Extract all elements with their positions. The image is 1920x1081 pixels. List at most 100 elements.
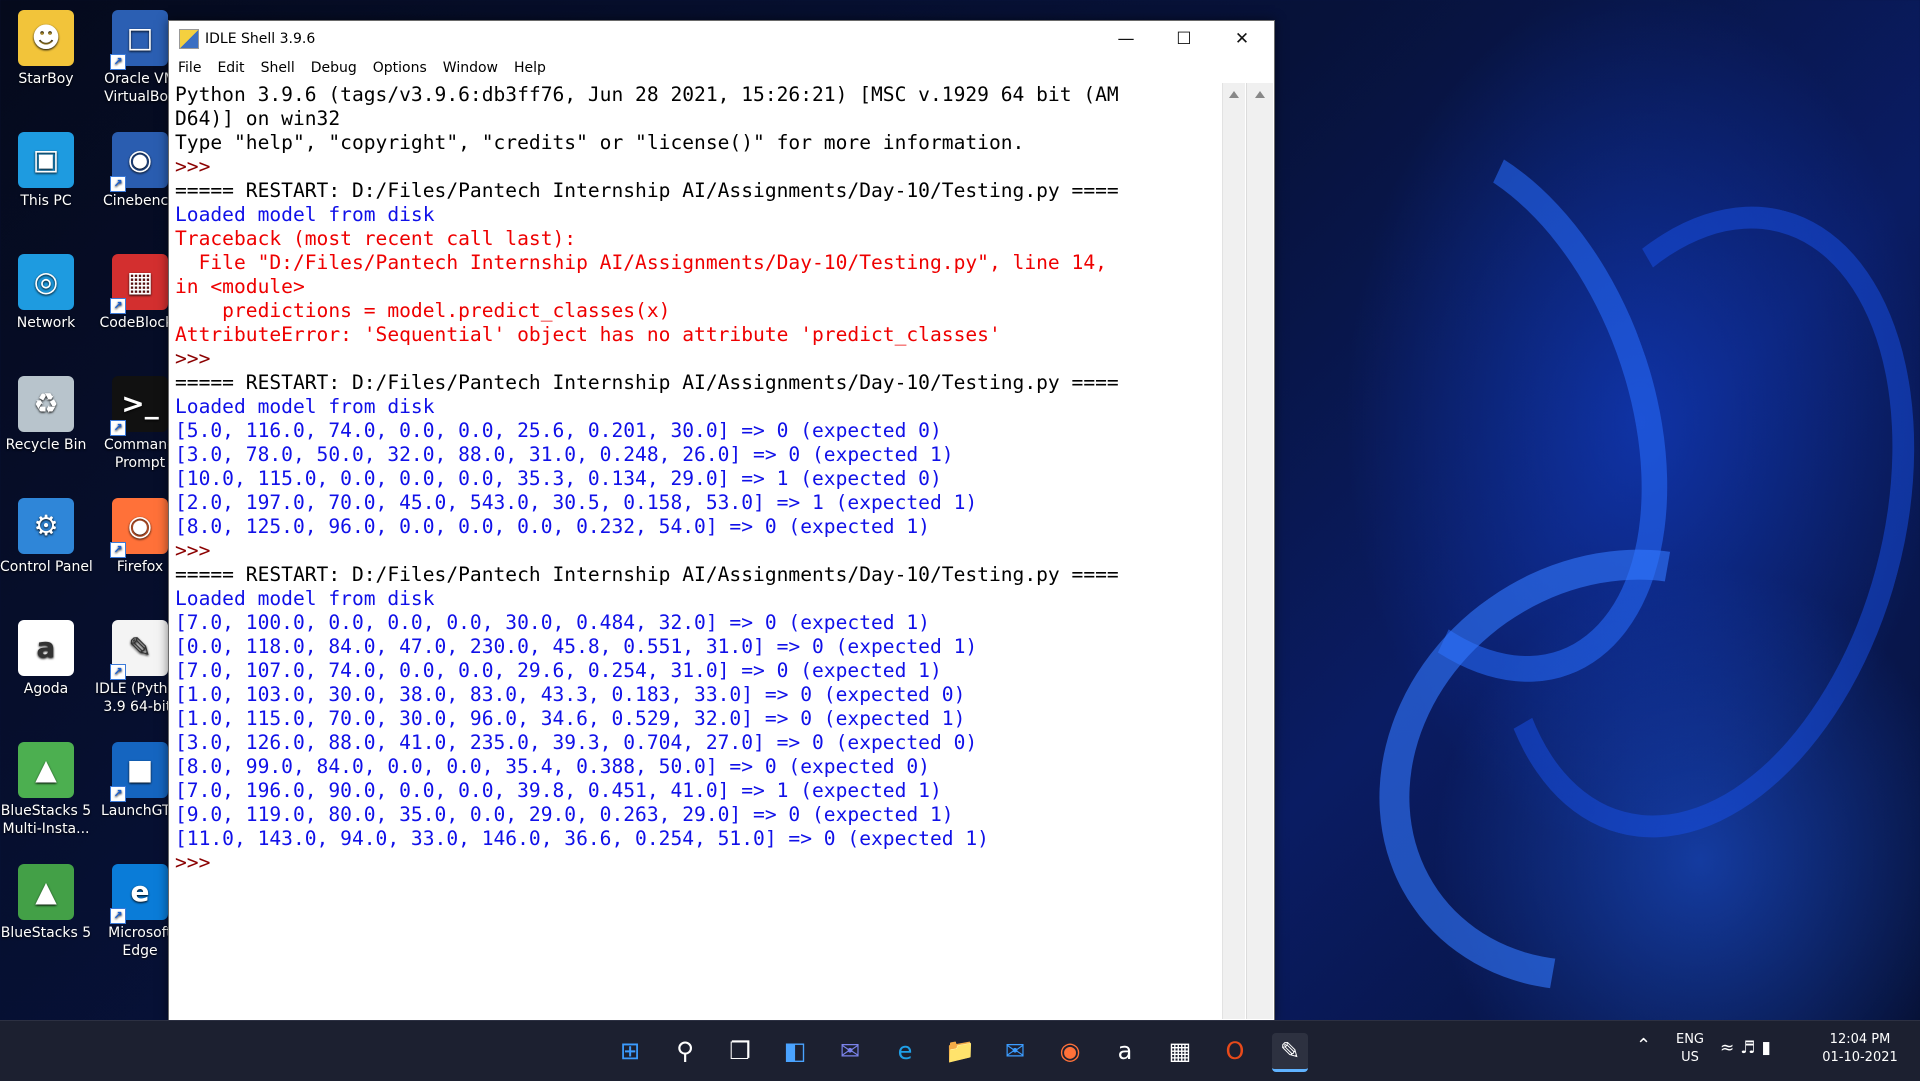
python-idle-icon [179, 29, 199, 49]
shell-output-line: Python 3.9.6 (tags/v3.9.6:db3ff76, Jun 2… [175, 83, 1119, 106]
menu-file[interactable]: File [178, 60, 201, 76]
desktop-icon[interactable]: ▲ BlueStacks 5 [0, 864, 92, 942]
shell-prompt: >>> [175, 155, 223, 178]
shortcut-arrow-icon: ↗ [110, 54, 126, 70]
bluestacks-icon: ▲ [18, 864, 74, 920]
shell-output-line: ===== RESTART: D:/Files/Pantech Internsh… [175, 179, 1119, 202]
shell-output[interactable]: Python 3.9.6 (tags/v3.9.6:db3ff76, Jun 2… [175, 83, 1222, 1015]
menu-debug[interactable]: Debug [311, 60, 357, 76]
desktop-icon-label: Recycle Bin [5, 437, 87, 453]
desktop-icon-label: Multi-Insta... [2, 821, 90, 837]
shell-output-line: D64)] on win32 [175, 107, 341, 130]
shell-output-line: [8.0, 125.0, 96.0, 0.0, 0.0, 0.0, 0.232,… [175, 515, 930, 538]
shortcut-arrow-icon: ↗ [110, 298, 126, 314]
menu-options[interactable]: Options [373, 60, 427, 76]
menu-window[interactable]: Window [443, 60, 498, 76]
desktop-icon[interactable]: ♻ Recycle Bin [0, 376, 92, 454]
firefox-icon[interactable]: ◉ [1052, 1033, 1088, 1069]
task-view-icon[interactable]: ❐ [722, 1033, 758, 1069]
codeblocks-icon: ▦ ↗ [110, 254, 168, 314]
shell-output-line: Loaded model from disk [175, 203, 435, 226]
monitor-icon: ▣ [18, 132, 74, 188]
idle-shell-window[interactable]: IDLE Shell 3.9.6 — ☐ ✕ File Edit Shell Debu… [168, 20, 1275, 1022]
shell-prompt: >>> [175, 851, 223, 874]
wallpaper-bloom [1292, 460, 1920, 1080]
wifi-icon[interactable]: ≈ [1720, 1038, 1740, 1058]
menu-shell[interactable]: Shell [261, 60, 295, 76]
desktop-icon[interactable]: ▲ BlueStacks 5 Multi-Insta... [0, 742, 92, 838]
desktop-icon[interactable]: a Agoda [0, 620, 92, 698]
shortcut-arrow-icon: ↗ [110, 908, 126, 924]
shell-output-line: ===== RESTART: D:/Files/Pantech Internsh… [175, 371, 1119, 394]
desktop-icon-label: This PC [20, 193, 72, 209]
desktop-icon-label: StarBoy [18, 71, 74, 87]
shell-output-line: [3.0, 126.0, 88.0, 41.0, 235.0, 39.3, 0.… [175, 731, 978, 754]
python-idle-icon: ✎ ↗ [110, 620, 168, 680]
shell-output-line: predictions = model.predict_classes(x) [175, 299, 671, 322]
outer-scrollbar[interactable] [1246, 83, 1273, 1019]
system-tray-icons[interactable]: ≈♬▮ [1720, 1039, 1777, 1057]
shortcut-arrow-icon: ↗ [110, 542, 126, 558]
shell-output-line: Type "help", "copyright", "credits" or "… [175, 131, 1025, 154]
mail-icon[interactable]: ✉ [997, 1033, 1033, 1069]
region-code: US [1681, 1050, 1699, 1065]
microsoft-store-icon[interactable]: ▦ [1162, 1033, 1198, 1069]
clock-time: 12:04 PM [1829, 1032, 1891, 1047]
windows-start-icon[interactable]: ⊞ [612, 1033, 648, 1069]
shell-output-line: [7.0, 196.0, 90.0, 0.0, 0.0, 39.8, 0.451… [175, 779, 942, 802]
office-icon[interactable]: O [1217, 1033, 1253, 1069]
minimize-button[interactable]: — [1097, 21, 1155, 57]
menu-help[interactable]: Help [514, 60, 546, 76]
teams-chat-icon[interactable]: ✉ [832, 1033, 868, 1069]
volume-icon[interactable]: ♬ [1740, 1038, 1761, 1058]
shortcut-arrow-icon: ↗ [110, 664, 126, 680]
shortcut-arrow-icon: ↗ [110, 786, 126, 802]
command-prompt-icon: >_ ↗ [110, 376, 168, 436]
shell-output-line: [1.0, 115.0, 70.0, 30.0, 96.0, 34.6, 0.5… [175, 707, 966, 730]
language-indicator[interactable]: ENG US [1670, 1031, 1710, 1067]
close-button[interactable]: ✕ [1213, 21, 1271, 57]
scroll-up-arrow-icon[interactable] [1229, 91, 1239, 98]
clock-date: 01-10-2021 [1822, 1050, 1898, 1065]
control-panel-icon: ⚙ [18, 498, 74, 554]
shell-output-line: [9.0, 119.0, 80.0, 35.0, 0.0, 29.0, 0.26… [175, 803, 954, 826]
chevron-up-icon[interactable]: ⌃ [1636, 1037, 1651, 1055]
shortcut-arrow-icon: ↗ [110, 176, 126, 192]
shell-output-line: Loaded model from disk [175, 587, 435, 610]
window-titlebar[interactable]: IDLE Shell 3.9.6 — ☐ ✕ [169, 21, 1274, 57]
agoda-icon: a [18, 620, 74, 676]
maximize-button[interactable]: ☐ [1155, 21, 1213, 57]
file-explorer-icon[interactable]: 📁 [942, 1033, 978, 1069]
launch-gta-icon: ■ ↗ [110, 742, 168, 802]
language-code: ENG [1675, 1032, 1704, 1047]
bluestacks-multi-icon: ▲ [18, 742, 74, 798]
desktop-icon[interactable]: ☻ StarBoy [0, 10, 92, 88]
edge-icon: e ↗ [110, 864, 168, 924]
desktop-icon[interactable]: ◎ Network [0, 254, 92, 332]
wallpaper-bloom [1203, 75, 1739, 737]
scroll-up-arrow-icon[interactable] [1255, 91, 1265, 98]
desktop-icon-label: BlueStacks 5 [0, 925, 92, 941]
shell-prompt: >>> [175, 539, 223, 562]
desktop-icon[interactable]: ⚙ Control Panel [0, 498, 92, 576]
menu-edit[interactable]: Edit [217, 60, 244, 76]
desktop-icon-label: Network [16, 315, 76, 331]
shell-output-line: [5.0, 116.0, 74.0, 0.0, 0.0, 25.6, 0.201… [175, 419, 942, 442]
recycle-bin-icon: ♻ [18, 376, 74, 432]
desktop-icon[interactable]: ▣ This PC [0, 132, 92, 210]
shell-output-line: [10.0, 115.0, 0.0, 0.0, 0.0, 35.3, 0.134… [175, 467, 942, 490]
shortcut-arrow-icon: ↗ [110, 420, 126, 436]
python-idle-icon[interactable]: ✎ [1272, 1033, 1308, 1072]
wallpaper-bloom [1423, 158, 1920, 886]
edge-icon[interactable]: e [887, 1033, 923, 1069]
search-icon[interactable]: ⚲ [667, 1033, 703, 1069]
shell-output-line: [3.0, 78.0, 50.0, 32.0, 88.0, 31.0, 0.24… [175, 443, 954, 466]
shell-output-line: [7.0, 100.0, 0.0, 0.0, 0.0, 30.0, 0.484,… [175, 611, 930, 634]
battery-icon[interactable]: ▮ [1762, 1038, 1777, 1058]
vertical-scrollbar[interactable] [1222, 83, 1245, 1019]
shell-prompt: >>> [175, 347, 223, 370]
clock[interactable]: 12:04 PM 01-10-2021 [1812, 1031, 1908, 1067]
window-title: IDLE Shell 3.9.6 [205, 31, 316, 47]
widgets-icon[interactable]: ◧ [777, 1033, 813, 1069]
amazon-icon[interactable]: a [1107, 1033, 1143, 1069]
